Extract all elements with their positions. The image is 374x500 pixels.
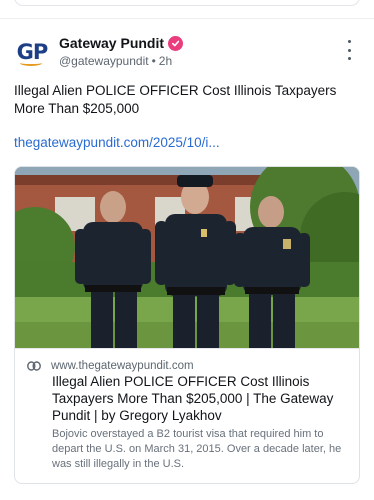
previous-post-card-edge (14, 0, 360, 6)
avatar-swoosh-icon (20, 60, 42, 66)
link-icon (27, 361, 41, 371)
link-card-body[interactable]: www.thegatewaypundit.com Illegal Alien P… (15, 348, 359, 483)
link-card-domain-row: www.thegatewaypundit.com (27, 360, 194, 372)
link-preview-card[interactable]: www.thegatewaypundit.com Illegal Alien P… (14, 166, 360, 484)
avatar[interactable]: GP (14, 34, 50, 70)
post-link[interactable]: thegatewaypundit.com/2025/10/i... (14, 135, 220, 150)
author-handle[interactable]: @gatewaypundit (59, 54, 149, 68)
author-meta-row: @gatewaypundit • 2h (59, 54, 172, 68)
author-display-name[interactable]: Gateway Pundit (59, 35, 164, 51)
post-header: GP Gateway Pundit @gatewaypundit • 2h (14, 34, 360, 74)
link-card-domain: www.thegatewaypundit.com (51, 360, 194, 372)
post-divider (0, 18, 374, 19)
link-card-title[interactable]: Illegal Alien POLICE OFFICER Cost Illino… (52, 373, 352, 424)
verified-badge-icon (168, 35, 184, 51)
author-name-row: Gateway Pundit (59, 35, 184, 51)
post-text: Illegal Alien POLICE OFFICER Cost Illino… (14, 83, 337, 116)
three-police-officers-photo (15, 167, 359, 348)
link-card-description: Bojovic overstayed a B2 tourist visa tha… (52, 428, 342, 470)
post-timestamp[interactable]: 2h (159, 54, 172, 68)
meta-separator: • (151, 54, 156, 68)
more-vertical-icon[interactable] (344, 40, 354, 60)
